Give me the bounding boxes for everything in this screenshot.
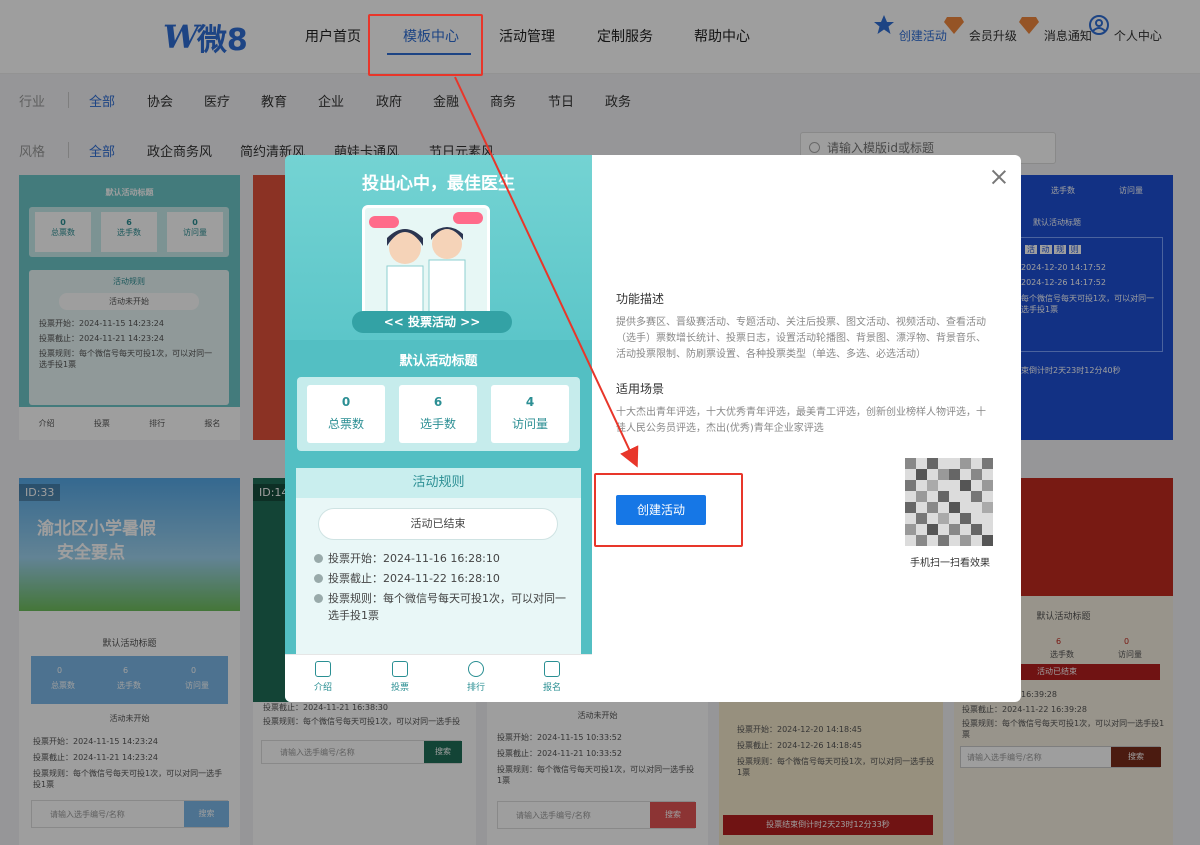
bullet-icon — [314, 594, 323, 603]
close-icon[interactable] — [989, 167, 1009, 187]
button-highlight-box — [594, 473, 743, 547]
document-icon — [315, 661, 331, 677]
bullet-icon — [314, 574, 323, 583]
description-heading: 功能描述 — [616, 292, 665, 306]
rule-end: 投票截止：2024-11-22 16:28:10 — [314, 570, 574, 587]
nav-highlight-box — [368, 14, 483, 76]
preview-title: 投出心中，最佳医生 — [362, 174, 515, 194]
stat-contestants: 6 选手数 — [399, 385, 477, 443]
activity-title: 默认活动标题 — [399, 354, 478, 369]
qr-code — [905, 458, 993, 546]
tab-intro: 介绍 — [293, 661, 353, 693]
bullet-icon — [314, 554, 323, 563]
preview-tabbar: 介绍 投票 排行 报名 — [285, 654, 592, 702]
scenarios-heading: 适用场景 — [616, 382, 665, 396]
doctors-illustration — [362, 205, 490, 320]
rules-heading: 活动规则 — [296, 468, 581, 498]
tab-vote: 投票 — [370, 661, 430, 693]
tab-signup: 报名 — [522, 661, 582, 693]
stat-total-votes: 0 总票数 — [307, 385, 385, 443]
template-detail-modal: 投出心中，最佳医生 << 投票活动 >> 默认活动标题 0 总票数 6 选手数 4访… — [285, 155, 1021, 702]
doctors-image — [369, 212, 483, 317]
template-preview: 投出心中，最佳医生 << 投票活动 >> 默认活动标题 0 总票数 6 选手数 4访… — [285, 155, 592, 702]
rule-start: 投票开始：2024-11-16 16:28:10 — [314, 550, 574, 567]
trophy-icon — [468, 661, 484, 677]
scenarios-text: 十大杰出青年评选，十大优秀青年评选，最美青工评选，创新创业榜样人物评选，十佳人民… — [616, 407, 986, 434]
qr-label: 手机扫一扫看效果 — [910, 558, 990, 569]
stat-visits: 4 访问量 — [491, 385, 569, 443]
stats-panel: 0 总票数 6 选手数 4 访问量 — [297, 377, 580, 451]
ballot-icon — [392, 661, 408, 677]
mail-icon — [544, 661, 560, 677]
rules-panel: 活动规则 活动已结束 投票开始：2024-11-16 16:28:10 投票截止… — [296, 468, 581, 658]
vote-banner: << 投票活动 >> — [352, 311, 512, 333]
tab-rank: 排行 — [446, 661, 506, 693]
activity-status: 活动已结束 — [318, 508, 558, 540]
description-text: 提供多赛区、晋级赛活动、专题活动、关注后投票、图文活动、视频活动、查看活动（选手… — [616, 317, 986, 360]
rule-text: 投票规则：每个微信号每天可投1次，可以对同一选手投1票 — [314, 590, 574, 624]
